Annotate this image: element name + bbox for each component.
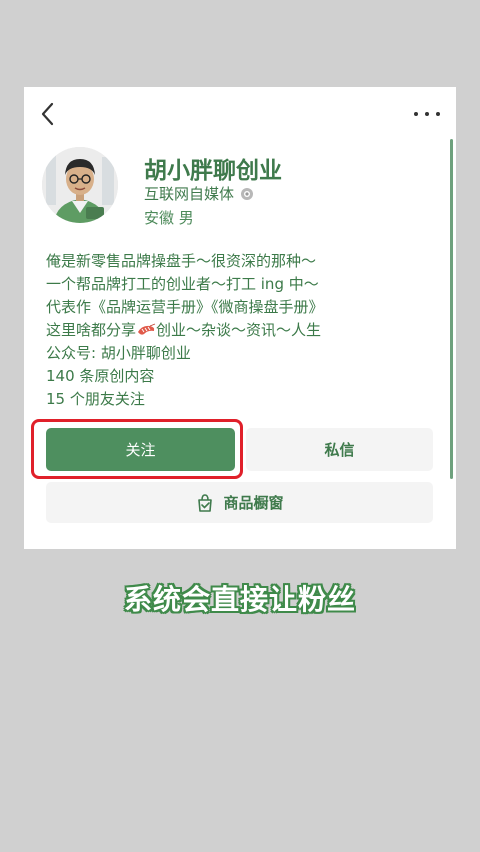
bio-share-suffix: 创业～杂谈～资讯～人生 — [156, 321, 322, 339]
product-showcase-label: 商品橱窗 — [223, 494, 284, 512]
video-caption: 系统会直接让粉丝 — [123, 583, 356, 616]
bio-original-count[interactable]: 140 条原创内容 — [46, 365, 446, 388]
cartoon-avatar-icon — [42, 147, 118, 223]
more-dot — [425, 112, 429, 116]
message-button[interactable]: 私信 — [246, 428, 433, 471]
profile-name: 胡小胖聊创业 — [144, 158, 282, 184]
more-dots-icon[interactable] — [414, 101, 440, 127]
bio-official-account: 公众号: 胡小胖聊创业 — [46, 344, 191, 362]
bio-line: 一个帮品牌打工的创业者～打工 ing 中～ — [46, 275, 319, 293]
bio-line: 俺是新零售品牌操盘手～很资深的那种～ — [46, 252, 317, 270]
profile-location: 安徽 男 — [144, 209, 194, 227]
bio-share-line: 这里啥都分享 创业～杂谈～资讯～人生 — [46, 319, 446, 342]
more-dot — [414, 112, 418, 116]
shrimp-emoji-icon — [138, 323, 156, 335]
bio-friends-follow[interactable]: 15 个朋友关注 — [46, 388, 446, 411]
profile-tag: 互联网自媒体 — [144, 183, 254, 204]
profile-tag-text: 互联网自媒体 — [144, 185, 235, 203]
scrollbar[interactable] — [450, 139, 453, 479]
profile-card: 胡小胖聊创业 互联网自媒体 安徽 男 俺是新零售品牌操盘手～很资深的那种～ 一个… — [24, 87, 456, 549]
bio-share-prefix: 这里啥都分享 — [46, 321, 137, 339]
follow-button[interactable]: 关注 — [46, 428, 235, 471]
more-dot — [436, 112, 440, 116]
product-showcase-button[interactable]: 商品橱窗 — [46, 482, 433, 523]
chevron-left-icon[interactable] — [38, 101, 60, 127]
bio: 俺是新零售品牌操盘手～很资深的那种～ 一个帮品牌打工的创业者～打工 ing 中～… — [46, 250, 446, 411]
avatar[interactable] — [42, 147, 118, 223]
bio-line: 代表作《品牌运营手册》《微商操盘手册》 — [46, 298, 324, 316]
shopping-bag-icon — [198, 493, 213, 512]
verified-badge-icon — [241, 187, 254, 200]
